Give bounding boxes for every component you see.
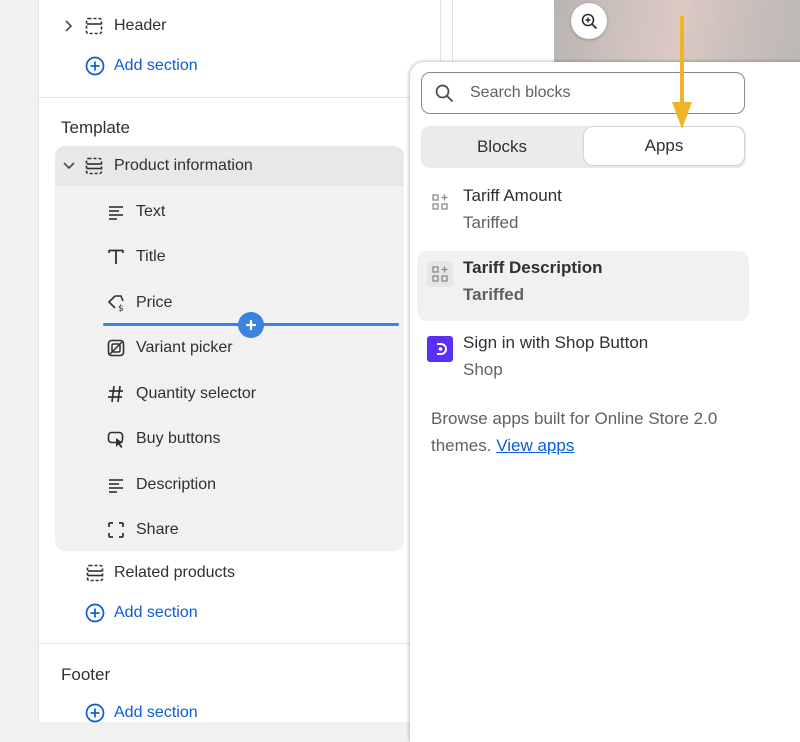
- block-item-quantity-selector[interactable]: Quantity selector: [106, 382, 256, 406]
- app-title: Tariff Description: [463, 258, 603, 277]
- section-layout-icon: [85, 563, 105, 583]
- title-t-icon: [106, 247, 126, 267]
- app-title: Sign in with Shop Button: [463, 333, 649, 352]
- app-title: Tariff Amount: [463, 186, 562, 205]
- tab-apps[interactable]: Apps: [584, 127, 744, 165]
- block-label: Buy buttons: [136, 430, 221, 447]
- insert-block-button[interactable]: [238, 312, 264, 338]
- section-layout-icon: [84, 16, 104, 36]
- sidebar-item-label: Header: [114, 17, 167, 34]
- block-item-price[interactable]: $ Price: [106, 291, 172, 315]
- footer-group-title: Footer: [61, 665, 111, 684]
- left-gutter: [0, 0, 39, 722]
- block-label: Price: [136, 294, 173, 311]
- block-type-tabs: Blocks Apps: [421, 126, 746, 168]
- app-block-item[interactable]: Tariff Amount Tariffed: [417, 179, 749, 249]
- section-layout-icon: [84, 156, 104, 176]
- search-icon: [434, 83, 454, 103]
- block-item-buy-buttons[interactable]: Buy buttons: [106, 427, 221, 451]
- block-item-description[interactable]: Description: [106, 473, 216, 497]
- app-provider: Tariffed: [463, 213, 519, 232]
- add-section-button[interactable]: Add section: [85, 54, 198, 78]
- block-item-title[interactable]: Title: [106, 245, 166, 269]
- svg-text:$: $: [118, 304, 124, 313]
- block-label: Text: [136, 203, 166, 220]
- sidebar-item-product-information[interactable]: Product information: [62, 154, 253, 178]
- add-section-button[interactable]: Add section: [85, 601, 198, 625]
- text-lines-icon: [106, 202, 126, 222]
- block-item-share[interactable]: Share: [106, 518, 179, 542]
- app-block-item[interactable]: Sign in with Shop Button Shop: [417, 326, 749, 396]
- share-frame-icon: [106, 520, 126, 540]
- sidebar-item-related-products[interactable]: Related products: [85, 561, 235, 585]
- block-label: Variant picker: [136, 339, 233, 356]
- plus-circle-icon: [85, 603, 105, 623]
- block-label: Share: [136, 521, 179, 538]
- block-item-variant-picker[interactable]: Variant picker: [106, 336, 233, 360]
- add-section-label: Add section: [114, 704, 198, 721]
- plus-icon: [244, 318, 258, 332]
- template-group-title: Template: [61, 118, 130, 137]
- browse-apps-text: Browse apps built for Online Store 2.0 t…: [431, 405, 751, 459]
- cursor-click-icon: [106, 429, 126, 449]
- divider: [39, 643, 440, 644]
- app-provider: Tariffed: [463, 285, 525, 304]
- add-section-label: Add section: [114, 57, 198, 74]
- chevron-right-icon[interactable]: [62, 19, 76, 33]
- add-section-label: Add section: [114, 604, 198, 621]
- app-block-item[interactable]: Tariff Description Tariffed: [417, 251, 749, 321]
- plus-circle-icon: [85, 56, 105, 76]
- zoom-in-icon: [580, 12, 598, 30]
- block-item-text[interactable]: Text: [106, 200, 165, 224]
- block-label: Title: [136, 248, 166, 265]
- block-label: Description: [136, 476, 217, 493]
- sidebar-item-header[interactable]: Header: [62, 14, 166, 38]
- add-section-button[interactable]: Add section: [85, 701, 198, 725]
- sidebar-item-label: Product information: [114, 157, 253, 174]
- shop-logo-icon: [427, 336, 453, 362]
- search-field[interactable]: [421, 72, 745, 114]
- hash-icon: [106, 384, 126, 404]
- variant-picker-icon: [106, 338, 126, 358]
- app-provider: Shop: [463, 360, 503, 379]
- app-block-icon: [427, 189, 453, 215]
- zoom-button[interactable]: [571, 3, 607, 39]
- chevron-down-icon[interactable]: [62, 161, 76, 171]
- app-block-icon: [427, 261, 453, 287]
- divider: [39, 97, 440, 98]
- text-lines-icon: [106, 475, 126, 495]
- tab-blocks[interactable]: Blocks: [421, 126, 583, 168]
- price-tag-icon: $: [106, 293, 126, 313]
- view-apps-link[interactable]: View apps: [496, 436, 574, 455]
- block-label: Quantity selector: [136, 385, 257, 402]
- plus-circle-icon: [85, 703, 105, 723]
- annotation-arrow: [672, 16, 692, 129]
- sidebar-item-label: Related products: [114, 564, 235, 581]
